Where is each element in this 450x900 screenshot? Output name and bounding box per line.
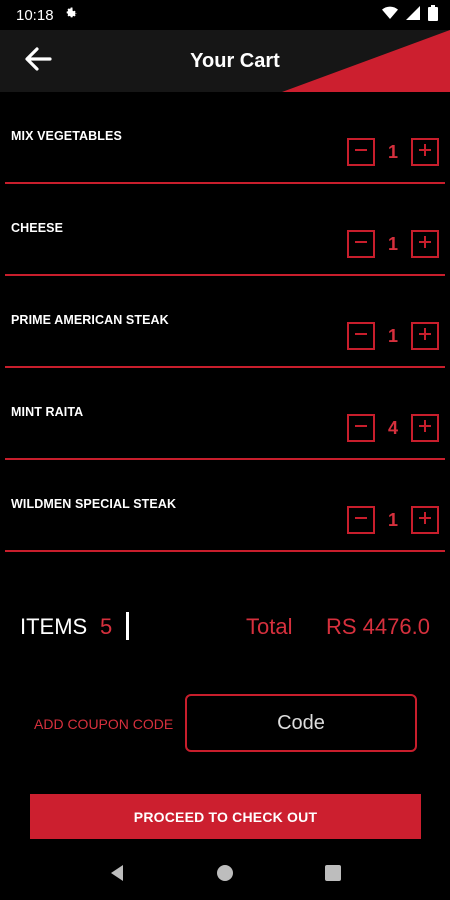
cart-item: CHEESE 1 [5,184,445,276]
decrease-qty-button[interactable] [347,506,375,534]
cart-item-name: MINT RAITA [11,405,84,419]
status-right [382,5,438,25]
cart-summary: ITEMS 5 Total RS 4476.0 [0,610,450,646]
increase-qty-button[interactable] [411,230,439,258]
quantity-stepper: 4 [347,414,439,442]
decrease-qty-button[interactable] [347,414,375,442]
system-nav-bar [0,850,450,900]
nav-back-icon[interactable] [108,864,126,887]
plus-icon [418,511,432,530]
plus-icon [418,419,432,438]
quantity-stepper: 1 [347,230,439,258]
plus-icon [418,327,432,346]
total-label: Total [246,614,293,639]
plus-icon [418,143,432,162]
increase-qty-button[interactable] [411,322,439,350]
total-value: RS 4476.0 [326,614,430,639]
checkout-button[interactable]: PROCEED TO CHECK OUT [30,794,421,839]
cart-item: MINT RAITA 4 [5,368,445,460]
plus-icon [418,235,432,254]
nav-home-icon[interactable] [216,864,234,887]
status-time: 10:18 [16,6,54,24]
cart-item-name: PRIME AMERICAN STEAK [11,313,169,327]
app-bar: Your Cart [0,30,450,92]
coupon-label: ADD COUPON CODE [34,716,174,732]
increase-qty-button[interactable] [411,506,439,534]
status-left: 10:18 [16,6,78,24]
minus-icon [354,143,368,162]
nav-recents-icon[interactable] [324,864,342,887]
minus-icon [354,235,368,254]
decrease-qty-button[interactable] [347,322,375,350]
status-bar: 10:18 [0,0,450,30]
items-label: ITEMS [20,614,88,639]
wifi-icon [382,6,398,24]
cart-item-name: WILDMEN SPECIAL STEAK [11,497,177,511]
gear-icon [64,6,78,24]
minus-icon [354,327,368,346]
page-title: Your Cart [190,50,280,72]
items-count: 5 [100,614,113,639]
cart-item: MIX VEGETABLES 1 [5,92,445,184]
coupon-code-input[interactable] [185,694,417,752]
cart-item: PRIME AMERICAN STEAK 1 [5,276,445,368]
quantity-value: 1 [387,233,398,254]
minus-icon [354,419,368,438]
increase-qty-button[interactable] [411,138,439,166]
cart-item-name: CHEESE [11,221,64,235]
quantity-value: 1 [387,141,398,162]
cart-item: WILDMEN SPECIAL STEAK 1 [5,460,445,552]
quantity-value: 1 [387,509,398,530]
quantity-stepper: 1 [347,322,439,350]
cart-list: MIX VEGETABLES 1 CHEESE 1 PRIME AMERICAN… [0,92,450,552]
battery-icon [428,5,438,25]
cart-item-name: MIX VEGETABLES [11,129,122,143]
quantity-value: 1 [387,325,398,346]
minus-icon [354,511,368,530]
decrease-qty-button[interactable] [347,138,375,166]
quantity-value: 4 [387,417,398,438]
quantity-stepper: 1 [347,138,439,166]
increase-qty-button[interactable] [411,414,439,442]
divider [126,612,129,640]
quantity-stepper: 1 [347,506,439,534]
decrease-qty-button[interactable] [347,230,375,258]
signal-icon [406,6,420,24]
